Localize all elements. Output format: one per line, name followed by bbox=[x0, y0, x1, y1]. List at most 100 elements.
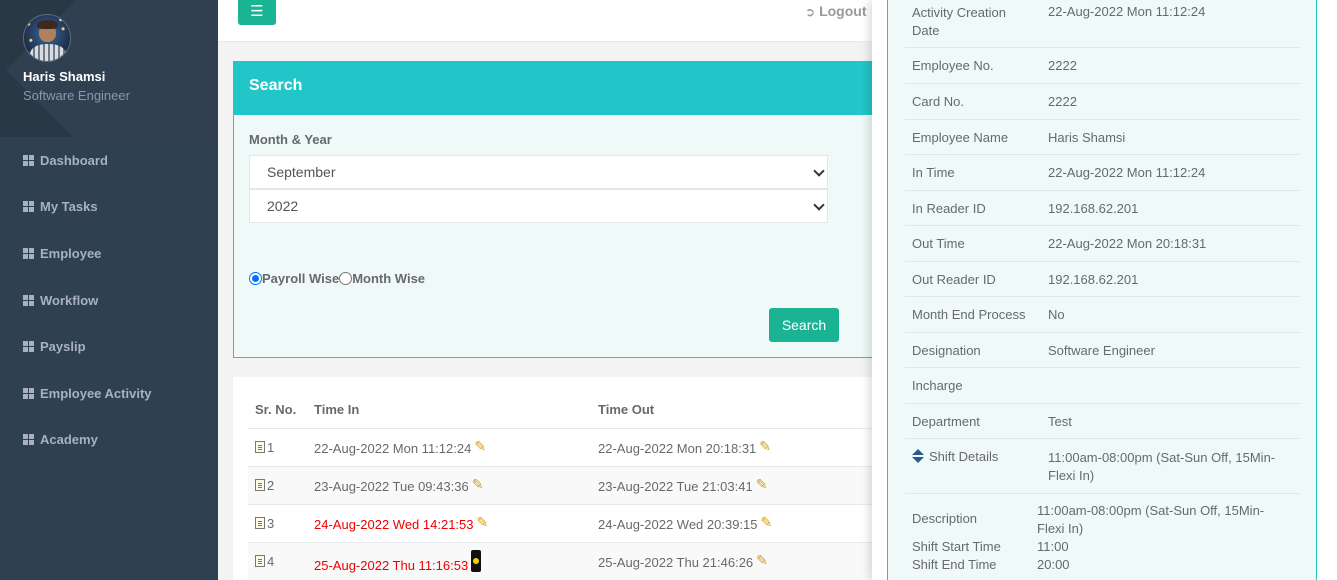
detail-row-in-reader-id: In Reader ID 192.168.62.201 bbox=[905, 191, 1301, 226]
document-icon[interactable] bbox=[255, 554, 265, 567]
search-panel: Search Month & Year September 2022 Payro… bbox=[233, 61, 872, 358]
time-out-value: 23-Aug-2022 Tue 21:03:41 bbox=[598, 479, 753, 494]
sidebar-item-my-tasks[interactable]: My Tasks bbox=[0, 184, 218, 231]
time-in-value: 25-Aug-2022 Thu 11:16:53 bbox=[314, 557, 469, 573]
col-time-out: Time Out bbox=[591, 391, 872, 429]
document-icon[interactable] bbox=[255, 478, 265, 491]
table-row[interactable]: 1 22-Aug-2022 Mon 11:12:24 ✎ 22-Aug-2022 … bbox=[248, 428, 872, 467]
attendance-table-panel: Sr. No. Time In Time Out 1 22-Aug-2022 M… bbox=[233, 377, 872, 580]
detail-label: Designation bbox=[912, 343, 981, 358]
time-in-value: 22-Aug-2022 Mon 11:12:24 bbox=[314, 441, 472, 456]
sidebar-item-label: Employee bbox=[40, 245, 102, 261]
menu-toggle-button[interactable]: ☰ bbox=[238, 0, 276, 25]
payroll-wise-label[interactable]: Payroll Wise bbox=[262, 271, 339, 286]
table-row[interactable]: 4 25-Aug-2022 Thu 11:16:53 25-Aug-2022 T… bbox=[248, 542, 872, 580]
sidebar-item-label: My Tasks bbox=[40, 199, 98, 215]
document-icon[interactable] bbox=[255, 440, 265, 453]
month-select[interactable]: September bbox=[249, 155, 828, 189]
search-panel-title: Search bbox=[234, 62, 872, 115]
sort-icon[interactable] bbox=[912, 449, 924, 463]
logout-label: Logout bbox=[819, 3, 867, 19]
sidebar-item-label: Payslip bbox=[40, 339, 86, 355]
detail-label: Department bbox=[912, 414, 980, 429]
sidebar-item-dashboard[interactable]: Dashboard bbox=[0, 137, 218, 184]
pencil-icon[interactable]: ✎ bbox=[761, 514, 773, 531]
detail-label: Shift Details bbox=[912, 449, 998, 464]
detail-value: 192.168.62.201 bbox=[1048, 272, 1139, 287]
profile-name[interactable]: Haris Shamsi bbox=[23, 69, 105, 84]
grid-icon bbox=[23, 154, 34, 166]
sidebar-item-workflow[interactable]: Workflow bbox=[0, 277, 218, 324]
avatar[interactable] bbox=[23, 14, 71, 62]
detail-row-activity-creation-date: Activity Creation Date 22-Aug-2022 Mon 11… bbox=[905, 1, 1301, 48]
grid-icon bbox=[23, 434, 34, 446]
time-in-cell: 25-Aug-2022 Thu 11:16:53 bbox=[307, 542, 591, 580]
grid-icon bbox=[23, 294, 34, 306]
pencil-icon[interactable]: ✎ bbox=[477, 514, 489, 531]
detail-row-employee-no: Employee No. 2222 bbox=[905, 48, 1301, 84]
sr-cell: 2 bbox=[248, 466, 307, 505]
time-in-cell: 22-Aug-2022 Mon 11:12:24 ✎ bbox=[307, 428, 591, 467]
month-wise-radio[interactable] bbox=[339, 272, 353, 285]
time-in-cell: 24-Aug-2022 Wed 14:21:53 ✎ bbox=[307, 504, 591, 543]
profile-header: Haris Shamsi Software Engineer bbox=[0, 0, 218, 137]
shift-start-time-label: Shift Start Time bbox=[912, 539, 1001, 554]
detail-row-shift-details[interactable]: Shift Details 11:00am-08:00pm (Sat-Sun O… bbox=[905, 439, 1301, 494]
grid-icon bbox=[23, 341, 34, 353]
sidebar-item-label: Employee Activity bbox=[40, 385, 152, 401]
logout-link[interactable]: ➲ Logout bbox=[805, 3, 866, 19]
detail-value: 192.168.62.201 bbox=[1048, 201, 1139, 216]
pencil-icon[interactable]: ✎ bbox=[472, 476, 484, 493]
table-header-row: Sr. No. Time In Time Out bbox=[248, 391, 872, 429]
month-year-label: Month & Year bbox=[249, 132, 332, 147]
table-row[interactable]: 3 24-Aug-2022 Wed 14:21:53 ✎ 24-Aug-2022 … bbox=[248, 504, 872, 543]
sidebar-item-academy[interactable]: Academy bbox=[0, 417, 218, 464]
detail-value: 11:00am-08:00pm (Sat-Sun Off, 15Min- Flex… bbox=[1048, 450, 1276, 483]
sidebar: Haris Shamsi Software Engineer Dashboard… bbox=[0, 0, 218, 580]
detail-value: 11:00am-08:00pm (Sat-Sun Off, 15Min- Flex… bbox=[1037, 503, 1265, 536]
pencil-icon[interactable]: ✎ bbox=[756, 476, 768, 493]
time-out-cell: 24-Aug-2022 Wed 20:39:15 ✎ bbox=[591, 504, 872, 543]
shift-end-time-value: 20:00 bbox=[1037, 557, 1070, 572]
traffic-light-icon[interactable] bbox=[471, 549, 482, 572]
sidebar-item-label: Workflow bbox=[40, 292, 99, 308]
detail-value: 2222 bbox=[1048, 58, 1077, 73]
table-row[interactable]: 2 23-Aug-2022 Tue 09:43:36 ✎ 23-Aug-2022 … bbox=[248, 466, 872, 505]
month-wise-label[interactable]: Month Wise bbox=[352, 271, 425, 286]
detail-row-card-no: Card No. 2222 bbox=[905, 84, 1301, 120]
pencil-icon[interactable]: ✎ bbox=[759, 438, 771, 455]
document-icon[interactable] bbox=[255, 516, 265, 529]
time-out-value: 25-Aug-2022 Thu 21:46:26 bbox=[598, 555, 754, 570]
col-sr-no: Sr. No. bbox=[248, 391, 307, 429]
sidebar-item-employee[interactable]: Employee bbox=[0, 230, 218, 277]
time-out-value: 22-Aug-2022 Mon 20:18:31 bbox=[598, 441, 757, 456]
detail-value: 22-Aug-2022 Mon 11:12:24 bbox=[1048, 4, 1206, 19]
detail-label: Card No. bbox=[912, 94, 965, 109]
pencil-icon[interactable]: ✎ bbox=[474, 438, 486, 455]
month-select-value: September bbox=[267, 164, 336, 180]
detail-row-description: Description 11:00am-08:00pm (Sat-Sun Off… bbox=[905, 494, 1301, 580]
activity-detail-card: Activity Creation Date 22-Aug-2022 Mon 11… bbox=[887, 0, 1317, 580]
hamburger-icon: ☰ bbox=[250, 3, 264, 20]
detail-value: 22-Aug-2022 Mon 11:12:24 bbox=[1048, 165, 1206, 180]
attendance-table: Sr. No. Time In Time Out 1 22-Aug-2022 M… bbox=[248, 391, 872, 580]
time-in-value: 23-Aug-2022 Tue 09:43:36 bbox=[314, 479, 469, 494]
sidebar-item-employee-activity[interactable]: Employee Activity bbox=[0, 370, 218, 417]
detail-value: Test bbox=[1048, 414, 1072, 429]
sr-cell: 1 bbox=[248, 428, 307, 467]
search-button[interactable]: Search bbox=[769, 308, 839, 342]
detail-label: Description bbox=[912, 511, 978, 526]
year-select-value: 2022 bbox=[267, 198, 299, 214]
pencil-icon[interactable]: ✎ bbox=[756, 552, 768, 569]
payroll-wise-radio[interactable] bbox=[249, 272, 262, 285]
time-out-cell: 25-Aug-2022 Thu 21:46:26 ✎ bbox=[591, 542, 872, 580]
detail-label: Incharge bbox=[912, 378, 963, 393]
year-select[interactable]: 2022 bbox=[249, 189, 828, 223]
chevron-down-icon bbox=[813, 199, 825, 211]
sign-out-icon: ➲ bbox=[805, 5, 816, 19]
detail-row-month-end-process: Month End Process No bbox=[905, 297, 1301, 333]
sidebar-item-payslip[interactable]: Payslip bbox=[0, 323, 218, 370]
chevron-down-icon bbox=[813, 165, 825, 177]
detail-value: 22-Aug-2022 Mon 20:18:31 bbox=[1048, 236, 1207, 251]
detail-row-out-time: Out Time 22-Aug-2022 Mon 20:18:31 bbox=[905, 226, 1301, 262]
